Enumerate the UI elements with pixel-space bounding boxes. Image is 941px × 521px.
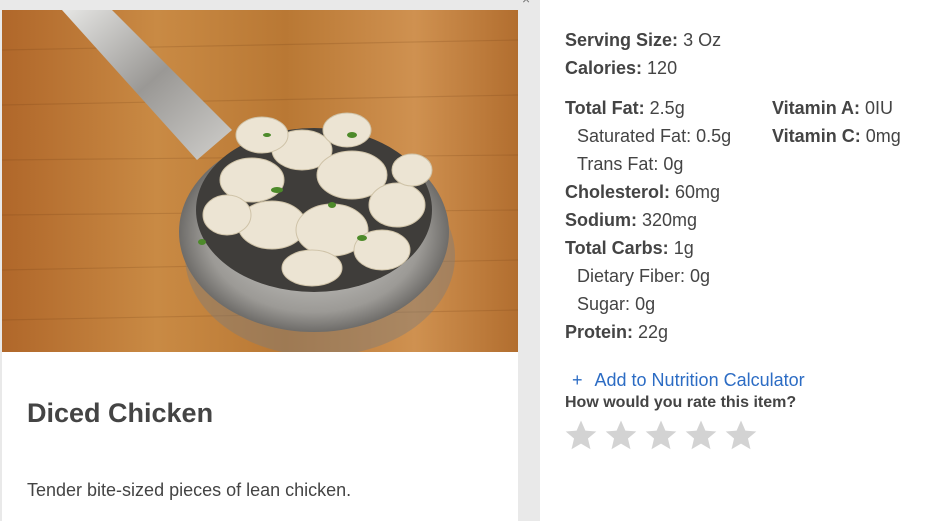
vitamin-a-value: 0IU [865, 98, 894, 118]
add-to-nutrition-calculator-link[interactable]: + Add to Nutrition Calculator [572, 370, 805, 391]
dietary-fiber-value: 0g [690, 266, 711, 286]
add-to-calculator-label: Add to Nutrition Calculator [594, 370, 805, 390]
chicken-spoon-image [2, 10, 518, 352]
star-icon[interactable] [684, 418, 718, 452]
calories-label: Calories: [565, 58, 643, 78]
total-carbs-value: 1g [673, 238, 694, 258]
sodium-value: 320mg [642, 210, 698, 230]
vitamin-a-label: Vitamin A: [772, 98, 861, 118]
saturated-fat-row: Saturated Fat: 0.5g [577, 126, 731, 147]
food-description: Tender bite-sized pieces of lean chicken… [27, 480, 352, 500]
vitamin-a-row: Vitamin A: 0IU [772, 98, 893, 119]
vitamin-c-label: Vitamin C: [772, 126, 861, 146]
dietary-fiber-label: Dietary Fiber: [577, 266, 686, 286]
sugar-label: Sugar: [577, 294, 631, 314]
star-icon[interactable] [564, 418, 598, 452]
cholesterol-label: Cholesterol: [565, 182, 671, 202]
star-icon[interactable] [644, 418, 678, 452]
star-icon[interactable] [724, 418, 758, 452]
total-carbs-label: Total Carbs: [565, 238, 669, 258]
star-icon[interactable] [604, 418, 638, 452]
cholesterol-value: 60mg [675, 182, 721, 202]
calories-value: 120 [647, 58, 678, 78]
protein-row: Protein: 22g [565, 322, 668, 343]
dietary-fiber-row: Dietary Fiber: 0g [577, 266, 710, 287]
food-title: Diced Chicken [27, 398, 214, 428]
sugar-value: 0g [635, 294, 656, 314]
serving-size-value: 3 Oz [683, 30, 722, 50]
sodium-label: Sodium: [565, 210, 637, 230]
total-carbs-row: Total Carbs: 1g [565, 238, 694, 259]
cholesterol-row: Cholesterol: 60mg [565, 182, 720, 203]
trans-fat-value: 0g [663, 154, 684, 174]
serving-size-label: Serving Size: [565, 30, 679, 50]
trans-fat-label: Trans Fat: [577, 154, 659, 174]
total-fat-label: Total Fat: [565, 98, 645, 118]
food-card: Diced Chicken Tender bite-sized pieces o… [2, 10, 518, 521]
vitamin-c-value: 0mg [865, 126, 901, 146]
total-fat-row: Total Fat: 2.5g [565, 98, 685, 119]
close-icon[interactable]: × [522, 0, 536, 6]
saturated-fat-label: Saturated Fat: [577, 126, 692, 146]
rating-question: How would you rate this item? [565, 394, 797, 411]
total-fat-value: 2.5g [649, 98, 685, 118]
food-photo [2, 10, 518, 352]
plus-icon: + [572, 370, 583, 390]
saturated-fat-value: 0.5g [696, 126, 732, 146]
sodium-row: Sodium: 320mg [565, 210, 697, 231]
vitamin-c-row: Vitamin C: 0mg [772, 126, 901, 147]
calories-row: Calories: 120 [565, 58, 677, 79]
serving-size-row: Serving Size: 3 Oz [565, 30, 721, 51]
protein-label: Protein: [565, 322, 634, 342]
trans-fat-row: Trans Fat: 0g [577, 154, 683, 175]
nutrition-panel: Serving Size: 3 Oz Calories: 120 Total F… [540, 0, 941, 521]
star-rating[interactable] [564, 418, 764, 452]
sugar-row: Sugar: 0g [577, 294, 655, 315]
protein-value: 22g [638, 322, 669, 342]
